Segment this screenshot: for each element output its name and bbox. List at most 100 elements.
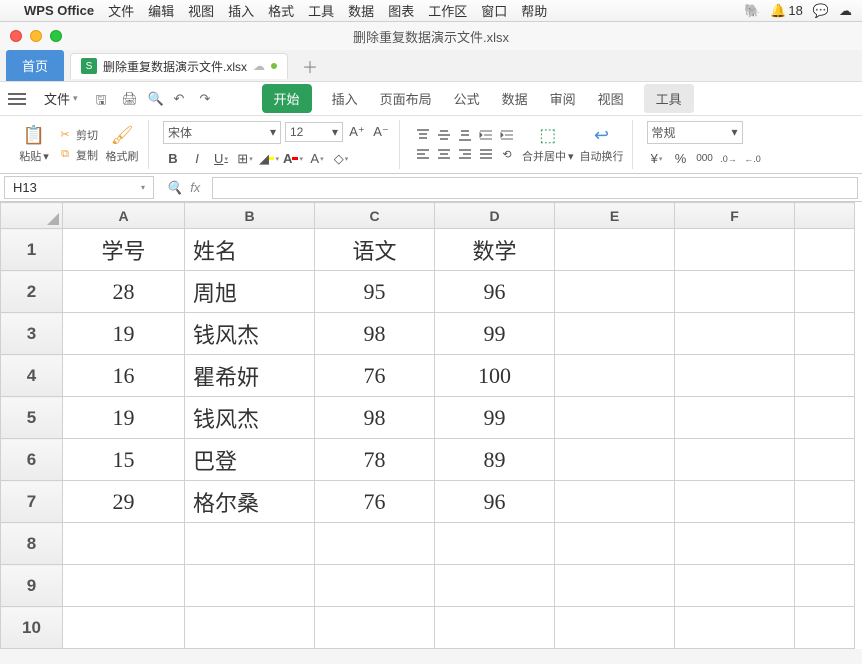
fx-icon[interactable]: fx <box>190 180 200 195</box>
merge-center-button[interactable]: ⬚ 合并居中▾ <box>522 125 574 164</box>
cell-D5[interactable]: 99 <box>435 397 555 439</box>
decrease-decimal-button[interactable]: ←.0 <box>743 149 763 169</box>
cell-A9[interactable] <box>63 565 185 607</box>
col-header-C[interactable]: C <box>315 203 435 229</box>
cell-E3[interactable] <box>555 313 675 355</box>
tab-view[interactable]: 视图 <box>596 83 626 114</box>
search-icon[interactable]: 🔍 <box>166 180 182 196</box>
cell-C1[interactable]: 语文 <box>315 229 435 271</box>
cell-C2[interactable]: 95 <box>315 271 435 313</box>
cell-F10[interactable] <box>675 607 795 649</box>
menu-format[interactable]: 格式 <box>268 1 294 20</box>
cell-A1[interactable]: 学号 <box>63 229 185 271</box>
col-header-extra[interactable] <box>795 203 855 229</box>
tab-insert[interactable]: 插入 <box>330 83 360 114</box>
row-header-4[interactable]: 4 <box>1 355 63 397</box>
cell-G4[interactable] <box>795 355 855 397</box>
align-middle-button[interactable] <box>435 127 453 143</box>
cell-D7[interactable]: 96 <box>435 481 555 523</box>
clear-format-button[interactable]: ◇▾ <box>331 149 351 169</box>
cell-G5[interactable] <box>795 397 855 439</box>
cell-A3[interactable]: 19 <box>63 313 185 355</box>
cell-D1[interactable]: 数学 <box>435 229 555 271</box>
cell-G10[interactable] <box>795 607 855 649</box>
col-header-B[interactable]: B <box>185 203 315 229</box>
align-center-button[interactable] <box>435 146 453 162</box>
increase-font-button[interactable]: A⁺ <box>347 122 367 142</box>
cell-D10[interactable] <box>435 607 555 649</box>
cell-C10[interactable] <box>315 607 435 649</box>
row-header-5[interactable]: 5 <box>1 397 63 439</box>
decrease-indent-button[interactable] <box>477 127 495 143</box>
cell-A4[interactable]: 16 <box>63 355 185 397</box>
cell-E10[interactable] <box>555 607 675 649</box>
cell-G1[interactable] <box>795 229 855 271</box>
cell-A10[interactable] <box>63 607 185 649</box>
fill-color-button[interactable]: ◢▾ <box>259 149 279 169</box>
file-menu[interactable]: 文件 ▾ <box>44 89 78 108</box>
cell-F3[interactable] <box>675 313 795 355</box>
align-left-button[interactable] <box>414 146 432 162</box>
home-tab[interactable]: 首页 <box>6 50 64 81</box>
comma-button[interactable]: 000 <box>695 149 715 169</box>
increase-decimal-button[interactable]: .0→ <box>719 149 739 169</box>
tab-start[interactable]: 开始 <box>262 84 312 113</box>
cell-C3[interactable]: 98 <box>315 313 435 355</box>
cell-B3[interactable]: 钱风杰 <box>185 313 315 355</box>
cell-G2[interactable] <box>795 271 855 313</box>
cell-E1[interactable] <box>555 229 675 271</box>
tab-page-layout[interactable]: 页面布局 <box>378 83 434 114</box>
menu-window[interactable]: 窗口 <box>481 1 507 20</box>
cell-C9[interactable] <box>315 565 435 607</box>
row-header-8[interactable]: 8 <box>1 523 63 565</box>
font-size-select[interactable]: 12▾ <box>285 122 343 142</box>
cell-F6[interactable] <box>675 439 795 481</box>
row-header-3[interactable]: 3 <box>1 313 63 355</box>
bold-button[interactable]: B <box>163 149 183 169</box>
cell-G6[interactable] <box>795 439 855 481</box>
font-name-select[interactable]: 宋体▾ <box>163 121 281 144</box>
menu-view[interactable]: 视图 <box>188 1 214 20</box>
cell-D8[interactable] <box>435 523 555 565</box>
row-header-1[interactable]: 1 <box>1 229 63 271</box>
font-color-button[interactable]: A▾ <box>283 149 303 169</box>
menu-file[interactable]: 文件 <box>108 1 134 20</box>
cell-B9[interactable] <box>185 565 315 607</box>
cell-E7[interactable] <box>555 481 675 523</box>
tab-review[interactable]: 审阅 <box>548 83 578 114</box>
cell-F2[interactable] <box>675 271 795 313</box>
cell-C7[interactable]: 76 <box>315 481 435 523</box>
col-header-E[interactable]: E <box>555 203 675 229</box>
menu-edit[interactable]: 编辑 <box>148 1 174 20</box>
cell-D6[interactable]: 89 <box>435 439 555 481</box>
format-painter-button[interactable]: 🖌 格式刷 <box>104 125 140 164</box>
cell-D4[interactable]: 100 <box>435 355 555 397</box>
justify-button[interactable] <box>477 146 495 162</box>
formula-input[interactable] <box>212 177 858 199</box>
cell-F1[interactable] <box>675 229 795 271</box>
cell-B1[interactable]: 姓名 <box>185 229 315 271</box>
cell-B6[interactable]: 巴登 <box>185 439 315 481</box>
tab-tools[interactable]: 工具 <box>644 84 694 113</box>
file-tab[interactable]: S 删除重复数据演示文件.xlsx ☁ <box>70 53 288 79</box>
italic-button[interactable]: I <box>187 149 207 169</box>
cell-F7[interactable] <box>675 481 795 523</box>
name-box[interactable]: H13 ▾ <box>4 176 154 199</box>
tab-data[interactable]: 数据 <box>500 83 530 114</box>
row-header-2[interactable]: 2 <box>1 271 63 313</box>
underline-button[interactable]: U▾ <box>211 149 231 169</box>
hamburger-icon[interactable] <box>8 93 26 105</box>
cell-F5[interactable] <box>675 397 795 439</box>
print-icon[interactable]: 🖨 <box>122 91 138 107</box>
cell-B10[interactable] <box>185 607 315 649</box>
save-icon[interactable]: 🖫 <box>96 91 112 107</box>
cell-C5[interactable]: 98 <box>315 397 435 439</box>
align-top-button[interactable] <box>414 127 432 143</box>
col-header-A[interactable]: A <box>63 203 185 229</box>
cell-E6[interactable] <box>555 439 675 481</box>
app-name[interactable]: WPS Office <box>24 3 94 18</box>
cell-D2[interactable]: 96 <box>435 271 555 313</box>
cell-B5[interactable]: 钱风杰 <box>185 397 315 439</box>
cell-A2[interactable]: 28 <box>63 271 185 313</box>
cell-A5[interactable]: 19 <box>63 397 185 439</box>
